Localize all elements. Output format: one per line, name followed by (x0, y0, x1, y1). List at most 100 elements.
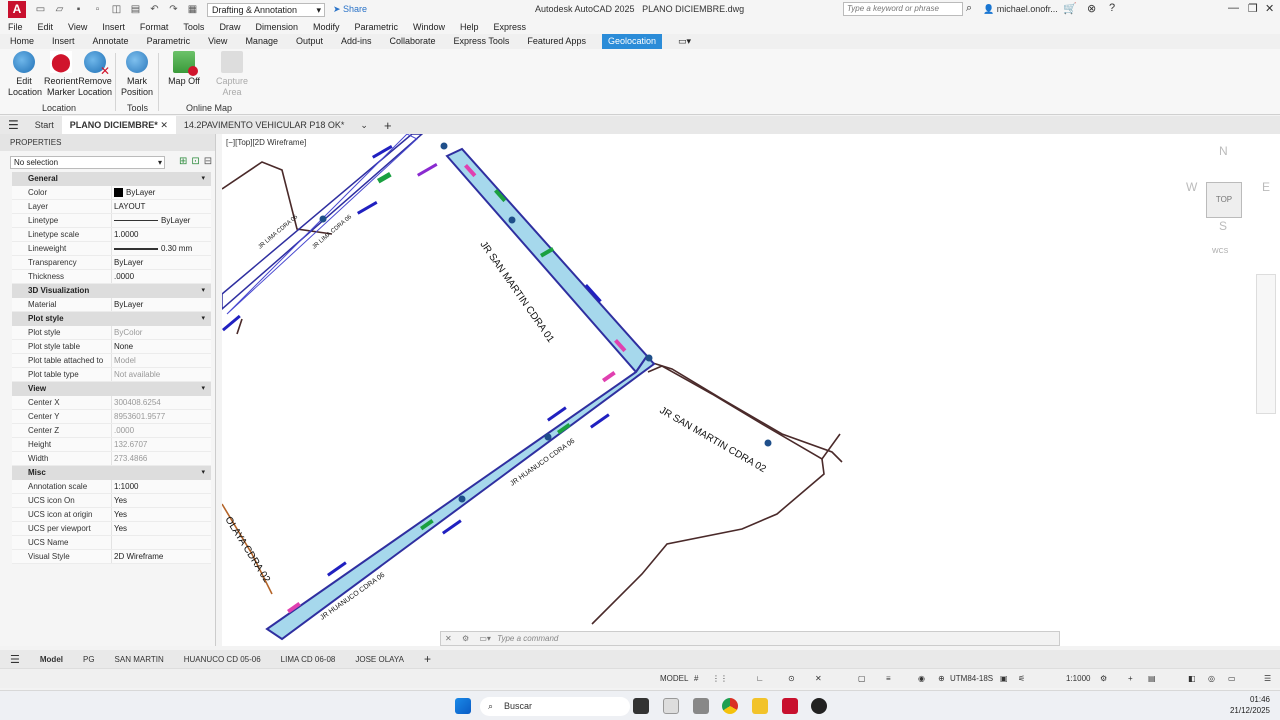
property-value[interactable]: Yes (112, 522, 127, 535)
command-customize-icon[interactable]: ⚙ (458, 634, 473, 643)
property-row[interactable]: Plot style ByColor (12, 326, 211, 340)
polar-icon[interactable]: ⊙ (788, 674, 795, 683)
selection-cycling-icon[interactable]: ▢ (858, 674, 866, 683)
collapse-chevron-icon[interactable]: ▾ (201, 382, 205, 396)
command-input[interactable]: Type a command (497, 634, 558, 643)
property-value[interactable]: 132.6707 (112, 438, 147, 451)
edit-location-button[interactable]: Edit Location (8, 51, 42, 98)
customization-icon[interactable]: ☰ (1264, 674, 1271, 683)
coordinate-system[interactable]: UTM84-18S (950, 674, 993, 683)
file-explorer-icon[interactable] (752, 698, 768, 714)
tab-express-tools[interactable]: Express Tools (452, 34, 512, 49)
taskbar-search[interactable]: ⌕ Buscar (480, 697, 630, 716)
snap-icon[interactable]: ⋮⋮ (712, 674, 728, 683)
property-row[interactable]: Linetype scale 1.0000 (12, 228, 211, 242)
web-mobile-icon[interactable]: ◫ (110, 3, 123, 16)
collapse-chevron-icon[interactable]: ▾ (201, 284, 205, 298)
doc-tab-pavimento[interactable]: 14.2PAVIMENTO VEHICULAR P18 OK* (176, 120, 353, 130)
auto-scale-icon[interactable]: ⚟ (1018, 674, 1025, 683)
property-row[interactable]: Thickness .0000 (12, 270, 211, 284)
system-clock[interactable]: 01:46 21/12/2025 (1224, 694, 1270, 716)
app-icon[interactable] (811, 698, 827, 714)
property-value[interactable]: ByLayer (112, 298, 143, 311)
property-row[interactable]: Width 273.4866 (12, 452, 211, 466)
property-value[interactable]: .0000 (112, 270, 134, 283)
view-cube-top[interactable]: TOP (1206, 182, 1242, 218)
tab-parametric[interactable]: Parametric (145, 34, 193, 49)
clean-screen-icon[interactable]: ▭ (1228, 674, 1236, 683)
property-value[interactable]: 300408.6254 (112, 396, 161, 409)
property-value[interactable]: Model (112, 354, 136, 367)
task-view-icon[interactable] (633, 698, 649, 714)
navigation-bar[interactable] (1256, 274, 1276, 414)
command-line[interactable]: ✕ ⚙ ▭▾ Type a command (440, 631, 1060, 646)
help-icon[interactable]: ? (1109, 2, 1115, 14)
property-value[interactable]: Yes (112, 508, 127, 521)
layout-tab-lima[interactable]: LIMA CD 06-08 (271, 655, 346, 664)
geolocation-pin-icon[interactable]: ◉ (918, 674, 925, 683)
compass-east[interactable]: E (1262, 180, 1270, 194)
workspace-select[interactable]: Drafting & Annotation ▾ (207, 2, 325, 17)
property-row[interactable]: Color ByLayer (12, 186, 211, 200)
property-row[interactable]: UCS icon On Yes (12, 494, 211, 508)
property-row[interactable]: Linetype ByLayer (12, 214, 211, 228)
menu-dimension[interactable]: Dimension (255, 22, 298, 32)
property-value[interactable]: ByColor (112, 326, 142, 339)
user-account[interactable]: 👤 michael.onofr... (983, 4, 1058, 15)
command-close-icon[interactable]: ✕ (441, 634, 456, 643)
layout-menu-icon[interactable]: ☰ (8, 653, 30, 666)
selection-dropdown[interactable]: No selection ▾ (10, 156, 165, 169)
menu-express[interactable]: Express (494, 22, 527, 32)
property-row[interactable]: Center Y 8953601.9577 (12, 410, 211, 424)
menu-insert[interactable]: Insert (102, 22, 125, 32)
hamburger-menu-icon[interactable]: ☰ (0, 118, 27, 132)
property-value[interactable]: ByLayer (112, 214, 190, 227)
mark-position-button[interactable]: Mark Position (120, 51, 154, 98)
layout-tab-pg[interactable]: PG (73, 655, 105, 664)
tab-add-ins[interactable]: Add-ins (339, 34, 374, 49)
menu-format[interactable]: Format (140, 22, 169, 32)
annotation-monitor-icon[interactable]: + (1128, 674, 1133, 683)
layout-tab-jose-olaya[interactable]: JOSE OLAYA (345, 655, 414, 664)
exchange-icon[interactable]: ⊗ (1087, 2, 1096, 15)
lineweight-icon[interactable]: ≡ (886, 674, 891, 683)
property-value[interactable]: Not available (112, 368, 160, 381)
plot-icon[interactable]: ▤ (129, 3, 142, 16)
menu-edit[interactable]: Edit (38, 22, 54, 32)
property-row[interactable]: Center Z .0000 (12, 424, 211, 438)
menu-help[interactable]: Help (460, 22, 479, 32)
menu-tools[interactable]: Tools (183, 22, 204, 32)
command-history-icon[interactable]: ▭▾ (475, 634, 495, 643)
property-value[interactable]: .0000 (112, 424, 134, 437)
tab-home[interactable]: Home (8, 34, 36, 49)
tab-insert[interactable]: Insert (50, 34, 77, 49)
collapse-chevron-icon[interactable]: ▾ (201, 466, 205, 480)
property-row[interactable]: Layer LAYOUT (12, 200, 211, 214)
compass-west[interactable]: W (1186, 180, 1197, 194)
annotation-visibility-icon[interactable]: ▣ (1000, 674, 1008, 683)
globe-coords-icon[interactable]: ⊕ (938, 674, 945, 683)
collapse-chevron-icon[interactable]: ▾ (201, 312, 205, 326)
property-row[interactable]: UCS Name (12, 536, 211, 550)
property-row[interactable]: Lineweight 0.30 mm (12, 242, 211, 256)
property-row[interactable]: Plot style table None (12, 340, 211, 354)
toggle-pickadd-icon[interactable]: ⊞ (179, 156, 187, 167)
grid-icon[interactable]: # (694, 674, 698, 683)
units-icon[interactable]: ▤ (1148, 674, 1156, 683)
tab-view[interactable]: View (206, 34, 229, 49)
map-off-button[interactable]: Map Off (166, 51, 202, 87)
quick-select-icon[interactable]: ⊟ (204, 156, 212, 167)
tab-list-icon[interactable]: ⌄ (352, 120, 376, 131)
property-value[interactable]: ByLayer (112, 256, 143, 269)
property-section-header[interactable]: Misc ▾ (12, 466, 211, 480)
new-file-icon[interactable]: ▭ (34, 3, 47, 16)
property-section-header[interactable]: 3D Visualization ▾ (12, 284, 211, 298)
property-value[interactable]: 0.30 mm (112, 242, 192, 255)
drawing-canvas[interactable]: [−][Top][2D Wireframe] JR SAN MARTIN CDR… (222, 134, 1280, 646)
property-row[interactable]: Plot table attached to Model (12, 354, 211, 368)
menu-parametric[interactable]: Parametric (355, 22, 399, 32)
annotation-scale[interactable]: 1:1000 (1066, 674, 1090, 683)
tab-output[interactable]: Output (294, 34, 325, 49)
layout-tab-model[interactable]: Model (30, 655, 73, 664)
close-icon[interactable]: ✕ (1265, 2, 1274, 15)
